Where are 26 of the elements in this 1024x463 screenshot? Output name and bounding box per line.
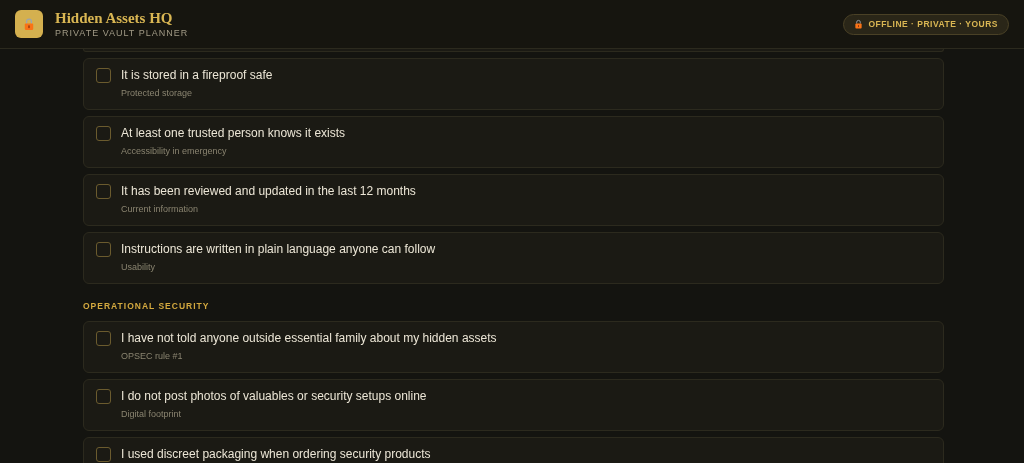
item-note: OPSEC rule #1 [121,349,184,362]
status-text: OFFLINE · PRIVATE · YOURS [868,17,998,31]
checkbox[interactable] [96,388,111,404]
section-heading: OPERATIONAL SECURITY [83,300,211,313]
item-label: I used discreet packaging when ordering security products [121,446,431,462]
checkbox[interactable] [96,242,111,257]
lock-icon [23,17,35,31]
app-subtitle: PRIVATE VAULT PLANNER [55,26,189,40]
item-label: It is stored in a fireproof safe [121,68,273,83]
item-note: Protected storage [121,87,194,99]
checkbox[interactable] [96,330,111,346]
app-title: Hidden Assets HQ [55,8,174,27]
item-label: It has been reviewed and updated in the last 12 months [121,184,416,199]
item-label: I do not post photos of valuables or security setups online [121,388,427,404]
item-label: I have not told anyone outside essential family about my hidden assets [121,330,497,346]
item-note: Accessibility in emergency [121,145,228,157]
checkbox[interactable] [96,68,111,83]
checkbox[interactable] [96,126,111,141]
checkbox[interactable] [96,184,111,199]
checkbox[interactable] [96,446,111,462]
lock-icon [854,19,864,29]
item-note: Usability [121,261,156,273]
item-label: At least one trusted person knows it exists [121,126,346,141]
item-note: Current information [121,203,200,215]
item-label: Instructions are written in plain language anyone can follow [121,242,436,257]
item-note: Digital footprint [121,407,183,420]
